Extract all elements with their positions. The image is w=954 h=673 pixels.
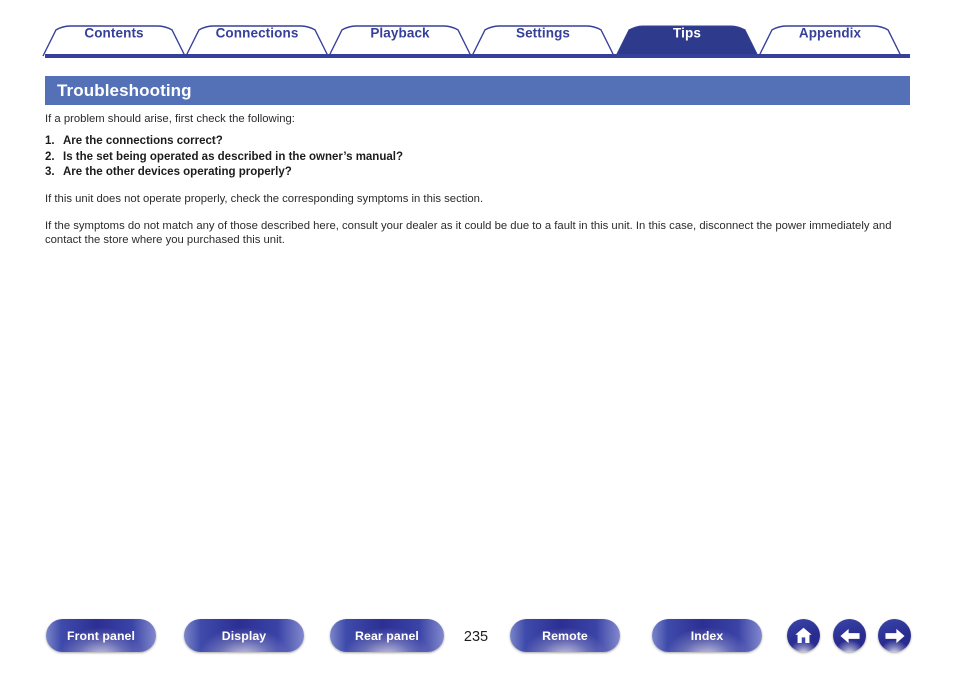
page-number: 235: [463, 629, 489, 645]
display-button[interactable]: Display: [184, 619, 304, 652]
list-item-number: 2.: [45, 150, 55, 163]
list-item-number: 3.: [45, 166, 55, 179]
list-item-text: Are the other devices operating properly…: [63, 166, 292, 179]
forward-button[interactable]: [878, 619, 911, 652]
arrow-left-icon: [839, 628, 860, 643]
list-item: 2. Is the set being operated as described…: [45, 150, 900, 166]
paragraph-symptoms: If this unit does not operate properly, …: [45, 192, 484, 205]
home-button[interactable]: [787, 619, 820, 652]
home-icon: [795, 627, 812, 644]
tab-appendix[interactable]: Appendix: [799, 26, 861, 41]
index-button[interactable]: Index: [652, 619, 762, 652]
tab-playback[interactable]: Playback: [370, 26, 429, 41]
button-label: Rear panel: [355, 628, 419, 643]
section-heading-bar: Troubleshooting: [45, 76, 910, 105]
tab-contents[interactable]: Contents: [84, 26, 143, 41]
checklist: 1. Are the connections correct? 2. Is the s…: [45, 134, 900, 181]
arrow-right-icon: [884, 628, 905, 643]
bottom-navigation: Front panel Display Rear panel Remote Index …: [0, 608, 954, 673]
tab-connections[interactable]: Connections: [216, 26, 299, 41]
remote-button[interactable]: Remote: [510, 619, 620, 652]
main-content: If a problem should arise, first check t…: [45, 112, 900, 257]
list-item-number: 1.: [45, 135, 55, 147]
page-title: Troubleshooting: [57, 80, 192, 100]
tab-settings[interactable]: Settings: [516, 26, 570, 41]
intro-paragraph: If a problem should arise, first check t…: [45, 113, 295, 125]
tab-bar: Contents Connections Playback Settings Tips A…: [0, 0, 954, 62]
tab-bottom-rule: [45, 54, 910, 58]
button-label: Index: [690, 628, 724, 643]
list-item-text: Are the connections correct?: [63, 135, 223, 147]
list-item: 3. Are the other devices operating proper…: [45, 165, 900, 181]
button-label: Display: [221, 628, 267, 643]
list-item: 1. Are the connections correct?: [45, 134, 900, 150]
list-item-text: Is the set being operated as described i…: [63, 150, 403, 163]
front-panel-button[interactable]: Front panel: [46, 619, 156, 652]
button-label: Front panel: [66, 628, 136, 643]
paragraph-dealer: If the symptoms do not match any of thos…: [45, 219, 892, 247]
rear-panel-button[interactable]: Rear panel: [330, 619, 444, 652]
tab-tips[interactable]: Tips: [673, 26, 701, 41]
back-button[interactable]: [833, 619, 866, 652]
button-label: Remote: [542, 628, 588, 643]
